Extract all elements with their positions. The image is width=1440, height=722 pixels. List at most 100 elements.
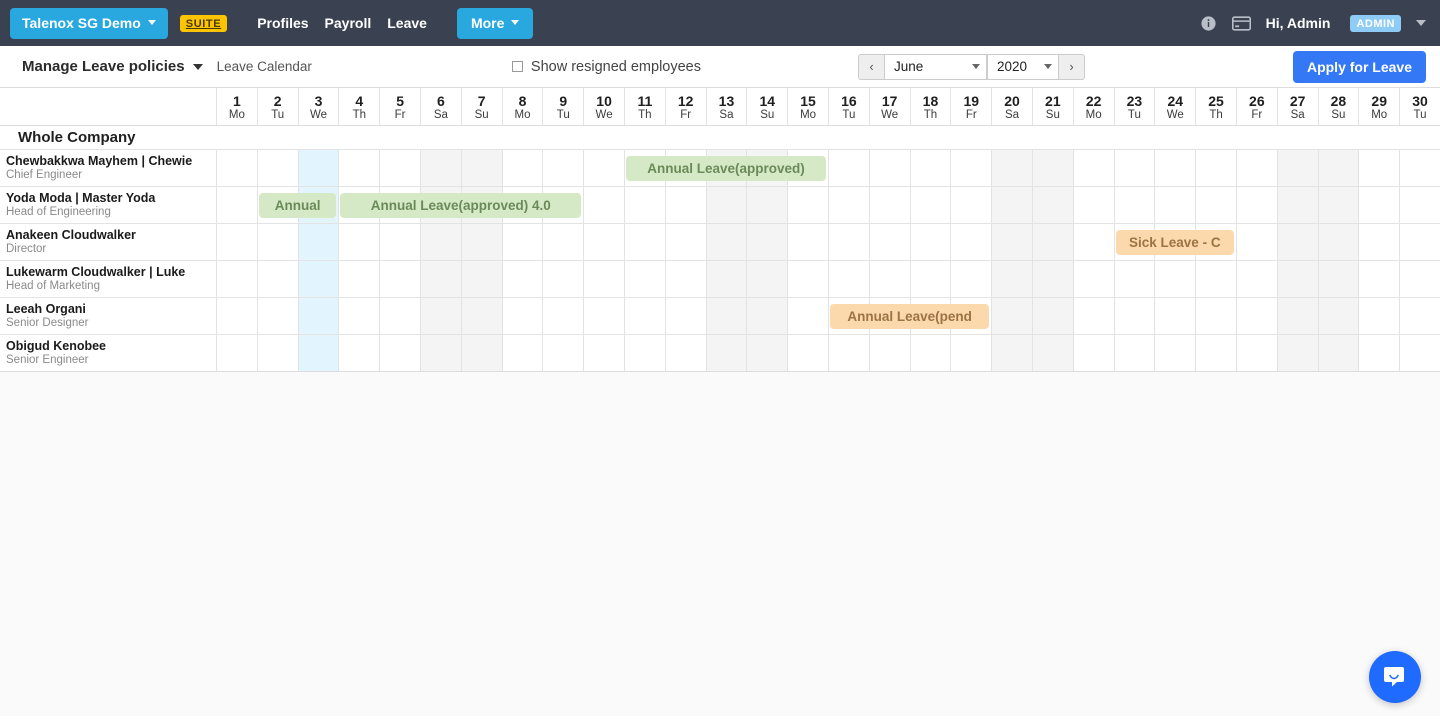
day-cell-14[interactable]: [746, 187, 788, 223]
prev-month-button[interactable]: ‹: [858, 53, 884, 80]
day-cell-29[interactable]: [1358, 335, 1400, 371]
day-cell-2[interactable]: [256, 298, 298, 334]
day-cell-4[interactable]: [338, 335, 380, 371]
day-cell-1[interactable]: [216, 224, 257, 260]
day-cell-13[interactable]: [705, 187, 747, 223]
day-cell-16[interactable]: [827, 150, 869, 186]
day-cell-15[interactable]: [787, 261, 828, 297]
day-cell-11[interactable]: [623, 187, 665, 223]
day-cell-7[interactable]: [460, 298, 502, 334]
day-cell-14[interactable]: [746, 224, 788, 260]
day-cell-20[interactable]: [991, 150, 1032, 186]
day-cell-23[interactable]: [1113, 298, 1155, 334]
day-cell-9[interactable]: [542, 261, 584, 297]
day-cell-22[interactable]: [1072, 150, 1114, 186]
day-cell-5[interactable]: [379, 298, 420, 334]
day-cell-29[interactable]: [1358, 187, 1400, 223]
day-cell-16[interactable]: [827, 335, 869, 371]
day-cell-13[interactable]: [705, 261, 747, 297]
day-cell-22[interactable]: [1072, 335, 1114, 371]
day-cell-5[interactable]: [379, 261, 420, 297]
day-cell-28[interactable]: [1317, 150, 1359, 186]
day-cell-21[interactable]: [1031, 150, 1073, 186]
day-cell-30[interactable]: [1399, 335, 1440, 371]
employee-name-cell[interactable]: Chewbakkwa Mayhem | Chewie Chief Engineer: [0, 150, 216, 186]
day-cell-6[interactable]: [419, 224, 461, 260]
day-cell-3[interactable]: [297, 261, 339, 297]
day-cell-14[interactable]: [746, 335, 788, 371]
day-cell-27[interactable]: [1276, 335, 1318, 371]
employee-name-cell[interactable]: Yoda Moda | Master Yoda Head of Engineeri…: [0, 187, 216, 223]
day-cell-1[interactable]: [216, 261, 257, 297]
day-cell-27[interactable]: [1276, 224, 1318, 260]
day-cell-12[interactable]: [664, 335, 706, 371]
day-cell-8[interactable]: [501, 261, 543, 297]
day-cell-30[interactable]: [1399, 298, 1440, 334]
day-cell-11[interactable]: [623, 335, 665, 371]
day-cell-25[interactable]: [1195, 335, 1236, 371]
day-cell-9[interactable]: [542, 298, 584, 334]
day-cell-15[interactable]: [787, 298, 828, 334]
day-cell-23[interactable]: [1113, 187, 1155, 223]
more-menu-button[interactable]: More: [456, 7, 534, 39]
info-circle-icon[interactable]: [1200, 15, 1217, 32]
leave-bar[interactable]: Annual Leave(pend: [830, 304, 990, 329]
day-cell-23[interactable]: [1113, 150, 1155, 186]
day-cell-30[interactable]: [1399, 187, 1440, 223]
day-cell-20[interactable]: [991, 298, 1032, 334]
leave-bar[interactable]: Annual: [258, 193, 337, 218]
next-month-button[interactable]: ›: [1059, 53, 1085, 80]
day-cell-20[interactable]: [991, 335, 1032, 371]
day-cell-6[interactable]: [419, 150, 461, 186]
nav-link-leave[interactable]: Leave: [387, 15, 427, 31]
suite-badge[interactable]: SUITE: [179, 14, 228, 32]
employee-name-cell[interactable]: Anakeen Cloudwalker Director: [0, 224, 216, 260]
day-cell-12[interactable]: [664, 261, 706, 297]
employee-name-cell[interactable]: Leeah Organi Senior Designer: [0, 298, 216, 334]
day-cell-26[interactable]: [1235, 261, 1277, 297]
day-cell-15[interactable]: [787, 335, 828, 371]
day-cell-14[interactable]: [746, 261, 788, 297]
day-cell-5[interactable]: [379, 335, 420, 371]
year-select[interactable]: 2020: [987, 53, 1059, 80]
day-cell-4[interactable]: [338, 261, 380, 297]
day-cell-17[interactable]: [868, 335, 910, 371]
day-cell-17[interactable]: [868, 150, 910, 186]
day-cell-28[interactable]: [1317, 224, 1359, 260]
day-cell-28[interactable]: [1317, 187, 1359, 223]
day-cell-21[interactable]: [1031, 224, 1073, 260]
apply-for-leave-button[interactable]: Apply for Leave: [1292, 50, 1426, 83]
day-cell-12[interactable]: [664, 224, 706, 260]
day-cell-16[interactable]: [827, 224, 869, 260]
day-cell-24[interactable]: [1154, 150, 1196, 186]
day-cell-6[interactable]: [419, 261, 461, 297]
day-cell-26[interactable]: [1235, 187, 1277, 223]
day-cell-26[interactable]: [1235, 298, 1277, 334]
day-cell-4[interactable]: [338, 224, 380, 260]
day-cell-13[interactable]: [705, 335, 747, 371]
day-cell-20[interactable]: [991, 224, 1032, 260]
day-cell-18[interactable]: [909, 261, 951, 297]
day-cell-9[interactable]: [542, 224, 584, 260]
day-cell-22[interactable]: [1072, 187, 1114, 223]
day-cell-2[interactable]: [256, 335, 298, 371]
day-cell-6[interactable]: [419, 335, 461, 371]
day-cell-9[interactable]: [542, 150, 584, 186]
day-cell-10[interactable]: [583, 261, 624, 297]
leave-bar[interactable]: Sick Leave - C: [1115, 230, 1234, 255]
day-cell-2[interactable]: [256, 261, 298, 297]
day-cell-28[interactable]: [1317, 261, 1359, 297]
day-cell-29[interactable]: [1358, 298, 1400, 334]
day-cell-2[interactable]: [256, 150, 298, 186]
day-cell-10[interactable]: [583, 150, 624, 186]
day-cell-27[interactable]: [1276, 298, 1318, 334]
day-cell-15[interactable]: [787, 187, 828, 223]
day-cell-25[interactable]: [1195, 261, 1236, 297]
day-cell-22[interactable]: [1072, 224, 1114, 260]
day-cell-3[interactable]: [297, 298, 339, 334]
day-cell-17[interactable]: [868, 261, 910, 297]
day-cell-27[interactable]: [1276, 150, 1318, 186]
day-cell-7[interactable]: [460, 224, 502, 260]
day-cell-28[interactable]: [1317, 298, 1359, 334]
day-cell-17[interactable]: [868, 187, 910, 223]
